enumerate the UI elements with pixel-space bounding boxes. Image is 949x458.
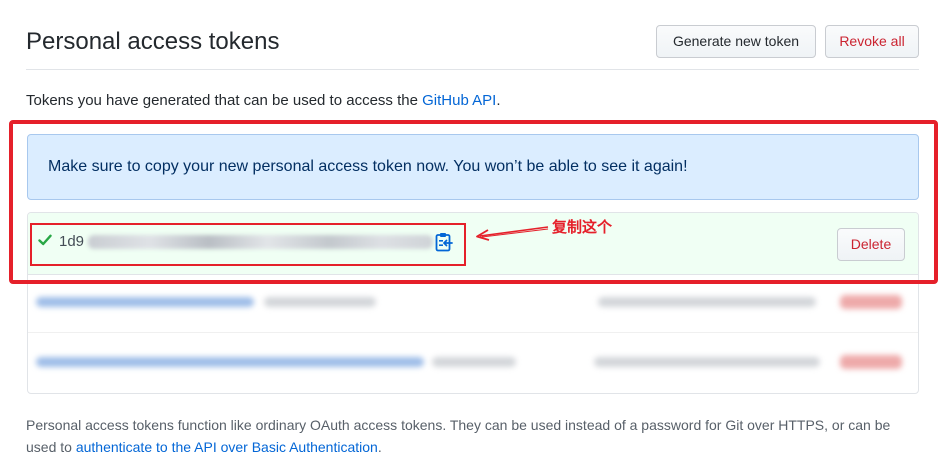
revoke-all-button[interactable]: Revoke all	[825, 25, 919, 58]
redacted-token-scopes	[264, 297, 376, 307]
footer-text: Personal access tokens function like ord…	[26, 414, 919, 458]
redacted-token-last-used	[594, 357, 820, 367]
page-header: Personal access tokens Generate new toke…	[26, 22, 919, 70]
redacted-delete-button[interactable]	[840, 355, 902, 369]
redacted-token-name	[36, 357, 424, 367]
intro-text-before: Tokens you have generated that can be us…	[26, 92, 423, 109]
annotation-frame	[9, 120, 938, 284]
page-title: Personal access tokens	[26, 28, 280, 55]
basic-auth-link[interactable]: authenticate to the API over Basic Authe…	[76, 439, 378, 455]
annotation-arrow-icon	[476, 226, 549, 241]
footer-text-after: .	[377, 439, 382, 455]
github-api-link[interactable]: GitHub API	[422, 92, 496, 109]
intro-text-after: .	[496, 92, 501, 109]
generate-new-token-button[interactable]: Generate new token	[656, 25, 816, 58]
redacted-delete-button[interactable]	[840, 295, 902, 309]
redacted-token-last-used	[598, 297, 816, 307]
token-row-redacted[interactable]	[28, 333, 918, 391]
redacted-token-scopes	[432, 357, 516, 367]
intro-text: Tokens you have generated that can be us…	[26, 92, 500, 109]
annotation-label: 复制这个	[552, 218, 613, 236]
redacted-token-name	[36, 297, 254, 307]
